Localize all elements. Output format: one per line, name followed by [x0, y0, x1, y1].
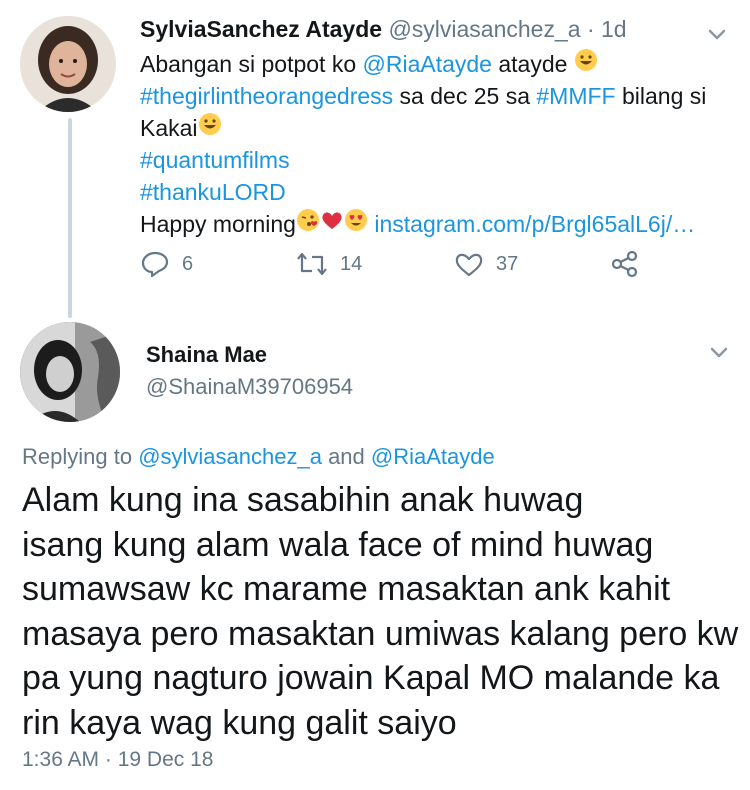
retweet-count: 14: [340, 252, 363, 275]
tweet-time[interactable]: 1d: [601, 16, 627, 42]
tweet-text: Abangan si potpot ko @RiaAtayde atayde #…: [140, 48, 730, 240]
retweet-icon: [297, 252, 327, 276]
reply-button[interactable]: 6: [140, 244, 193, 284]
text-segment: atayde: [491, 51, 574, 77]
tweet-menu-chevron[interactable]: [702, 20, 732, 50]
tweet-actions: 6 14 37: [140, 244, 660, 284]
hashtag-quantumfilms[interactable]: #quantumfilms: [140, 147, 290, 173]
reply-timestamp[interactable]: 1:36 AM · 19 Dec 18: [22, 748, 213, 772]
avatar-sylvia[interactable]: [20, 16, 116, 112]
text-segment: Abangan si potpot ko: [140, 51, 363, 77]
tweet-line-3: Kakai: [140, 112, 730, 144]
time-separator: ·: [586, 16, 595, 42]
tweet-header: SylviaSanchez Atayde @sylviasanchez_a · …: [140, 14, 627, 44]
reply-line-6: rin kaya wag kung galit saiyo: [22, 703, 457, 742]
reply-line-2: isang kung alam wala face of mind huwag: [22, 525, 654, 564]
chevron-down-icon: [708, 29, 726, 40]
like-button[interactable]: 37: [454, 244, 518, 284]
text-segment: Kakai: [140, 115, 198, 141]
tweet-line-5: #thankuLORD: [140, 176, 730, 208]
tweet-line-1: Abangan si potpot ko @RiaAtayde atayde: [140, 48, 730, 80]
heart-emoji: [320, 208, 344, 240]
replying-prefix: Replying to: [22, 444, 139, 469]
share-icon: [611, 250, 638, 278]
grinning-emoji: [198, 112, 222, 144]
text-segment: sa dec 25 sa: [393, 83, 537, 109]
grinning-emoji: [574, 48, 598, 80]
text-segment: bilang si: [615, 83, 707, 109]
instagram-link[interactable]: instagram.com/p/Brgl65alL6j/…: [374, 211, 695, 237]
reply-line-3: sumawsaw kc marame masaktan ank kahit: [22, 570, 671, 608]
like-count: 37: [496, 252, 519, 275]
chevron-down-icon: [710, 347, 728, 358]
thread-connector-line: [68, 118, 72, 318]
replying-user-sylvia[interactable]: @sylviasanchez_a: [138, 444, 322, 469]
share-button[interactable]: [610, 244, 640, 284]
like-icon: [455, 253, 483, 277]
kiss-emoji: [296, 208, 320, 240]
reply-count: 6: [182, 252, 194, 275]
author-handle[interactable]: @sylviasanchez_a: [388, 16, 580, 42]
hashtag-thegirlintheorangedress[interactable]: #thegirlintheorangedress: [140, 83, 393, 109]
replying-to-line: Replying to @sylviasanchez_a and @RiaAta…: [22, 444, 495, 470]
avatar-shaina[interactable]: [20, 322, 120, 422]
replying-user-ria[interactable]: @RiaAtayde: [371, 444, 495, 469]
mention-riaatayde[interactable]: @RiaAtayde: [363, 51, 492, 77]
reply-text: Alam kung ina sasabihin anak huwag isang…: [22, 478, 742, 745]
heart-eyes-emoji: [344, 208, 368, 240]
retweet-button[interactable]: 14: [296, 244, 362, 284]
reply-menu-chevron[interactable]: [704, 338, 734, 368]
reply-icon: [141, 251, 169, 278]
hashtag-thankulord[interactable]: #thankuLORD: [140, 179, 286, 205]
text-segment: Happy morning: [140, 211, 296, 237]
tweet-line-6: Happy morning instagram.com/p/Brgl65alL6…: [140, 208, 730, 240]
reply-line-5: pa yung nagturo jowain Kapal MO malande …: [22, 659, 720, 697]
reply-author-handle[interactable]: @ShainaM39706954: [146, 374, 353, 400]
reply-line-4: masaya pero masaktan umiwas kalang pero …: [22, 614, 739, 653]
reply-author-name[interactable]: Shaina Mae: [146, 342, 267, 368]
tweet-line-4: #quantumfilms: [140, 144, 730, 176]
replying-and: and: [321, 444, 371, 469]
hashtag-mmff[interactable]: #MMFF: [536, 83, 615, 109]
tweet-line-2: #thegirlintheorangedress sa dec 25 sa #M…: [140, 80, 730, 112]
reply-line-1: Alam kung ina sasabihin anak huwag: [22, 481, 584, 519]
author-name[interactable]: SylviaSanchez Atayde: [140, 16, 382, 42]
